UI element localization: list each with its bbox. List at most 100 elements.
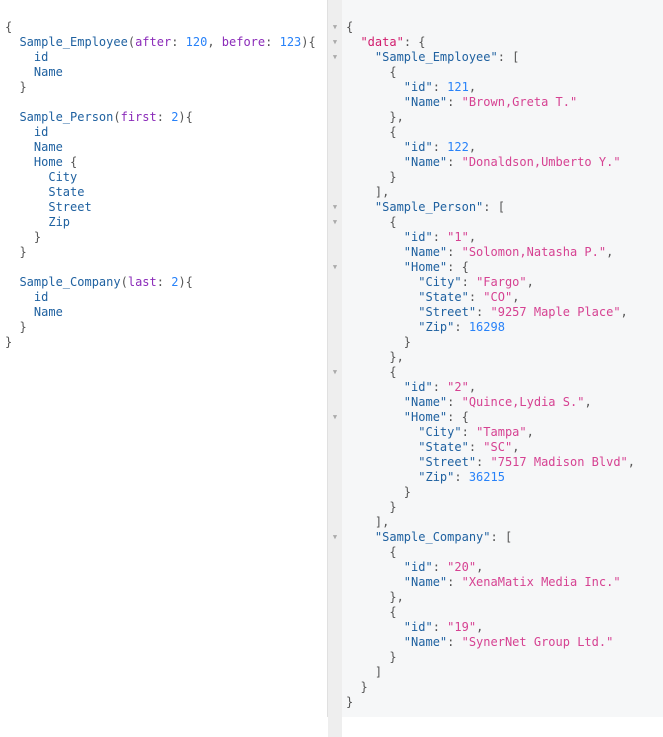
result-line: "id": "19", [346, 620, 635, 635]
result-line: "id": "20", [346, 560, 635, 575]
result-line: "Name": "XenaMatix Media Inc." [346, 575, 635, 590]
token-punc: : [ [490, 530, 513, 544]
query-line[interactable]: Zip [5, 215, 327, 230]
token-punc: : [476, 305, 491, 319]
token-punc: : { [447, 260, 469, 274]
token-punc: ){ [178, 110, 193, 124]
query-line[interactable]: Street [5, 200, 327, 215]
token-punc: , [468, 380, 477, 394]
query-line[interactable]: Sample_Person(first: 2){ [5, 110, 327, 125]
query-line[interactable] [5, 260, 327, 275]
token-punc: : [156, 110, 172, 124]
token-q-field: id [33, 125, 49, 139]
fold-arrow-icon[interactable]: ▼ [328, 35, 342, 50]
token-str: "19" [447, 620, 477, 634]
result-line: "Name": "SynerNet Group Ltd." [346, 635, 635, 650]
result-line: { [346, 125, 635, 140]
result-line: { [346, 20, 635, 35]
result-line: } [346, 485, 635, 500]
query-line[interactable]: Sample_Company(last: 2){ [5, 275, 327, 290]
query-line[interactable]: } [5, 335, 327, 350]
token-key: "Name" [403, 575, 448, 589]
fold-arrow-icon[interactable]: ▼ [328, 260, 342, 275]
result-line: } [346, 170, 635, 185]
query-line[interactable]: Home { [5, 155, 327, 170]
query-line[interactable] [5, 95, 327, 110]
gutter-blank [328, 230, 342, 245]
token-punc: } [360, 680, 368, 694]
gutter-blank [328, 350, 342, 365]
query-line[interactable]: id [5, 50, 327, 65]
token-q-field: id [33, 50, 49, 64]
token-key: "Name" [403, 635, 448, 649]
result-line: }, [346, 350, 635, 365]
result-line: } [346, 695, 635, 710]
gutter-blank [328, 95, 342, 110]
token-punc: { [389, 365, 397, 379]
token-punc: } [19, 245, 27, 259]
query-line[interactable]: } [5, 245, 327, 260]
result-line: "Home": { [346, 260, 635, 275]
result-line: "id": "1", [346, 230, 635, 245]
token-key: "Zip" [418, 470, 455, 484]
query-code[interactable]: { Sample_Employee(after: 120, before: 12… [0, 20, 327, 350]
fold-arrow-icon[interactable]: ▼ [328, 20, 342, 35]
token-key: "Sample_Employee" [374, 50, 498, 64]
token-punc: : [ [483, 200, 505, 214]
token-q-field: id [33, 290, 49, 304]
result-viewer: ▼ ▼ ▼ ▼ ▼ ▼ ▼ ▼ ▼ { "data": { "Sample_Employee":… [328, 0, 663, 737]
token-punc: { [5, 20, 13, 34]
fold-arrow-icon[interactable]: ▼ [328, 50, 342, 65]
query-line[interactable]: id [5, 290, 327, 305]
gutter-blank [328, 500, 342, 515]
gutter-blank [328, 155, 342, 170]
token-punc: } [389, 170, 397, 184]
token-key: "id" [403, 80, 433, 94]
token-punc: : [171, 35, 186, 49]
token-str: "Fargo" [476, 275, 527, 289]
query-line[interactable]: } [5, 80, 327, 95]
token-str: "Donaldson,Umberto Y." [461, 155, 621, 169]
fold-arrow-icon[interactable]: ▼ [328, 200, 342, 215]
query-line[interactable]: Sample_Employee(after: 120, before: 123)… [5, 35, 327, 50]
fold-arrow-icon[interactable]: ▼ [328, 365, 342, 380]
query-line[interactable]: Name [5, 65, 327, 80]
token-key: "City" [418, 275, 462, 289]
gutter-blank [328, 395, 342, 410]
query-line[interactable]: } [5, 230, 327, 245]
query-editor[interactable]: { Sample_Employee(after: 120, before: 12… [0, 0, 328, 717]
fold-arrow-icon[interactable]: ▼ [328, 215, 342, 230]
gutter-blank [328, 485, 342, 500]
query-line[interactable]: Name [5, 140, 327, 155]
token-punc: } [19, 320, 27, 334]
fold-arrow-icon[interactable]: ▼ [328, 530, 342, 545]
token-punc: ], [374, 185, 390, 199]
token-punc: }, [389, 350, 404, 364]
gutter-blank [328, 440, 342, 455]
token-str: "20" [447, 560, 477, 574]
token-key: "Street" [418, 455, 477, 469]
query-line[interactable]: City [5, 170, 327, 185]
query-line[interactable]: { [5, 20, 327, 35]
query-line[interactable]: Name [5, 305, 327, 320]
token-key: "Name" [403, 395, 448, 409]
token-jnum: 121 [447, 80, 469, 94]
query-line[interactable]: State [5, 185, 327, 200]
token-q-field: Home [33, 155, 63, 169]
query-line[interactable]: } [5, 320, 327, 335]
fold-arrow-icon[interactable]: ▼ [328, 410, 342, 425]
token-key: "id" [403, 620, 433, 634]
query-line[interactable]: id [5, 125, 327, 140]
